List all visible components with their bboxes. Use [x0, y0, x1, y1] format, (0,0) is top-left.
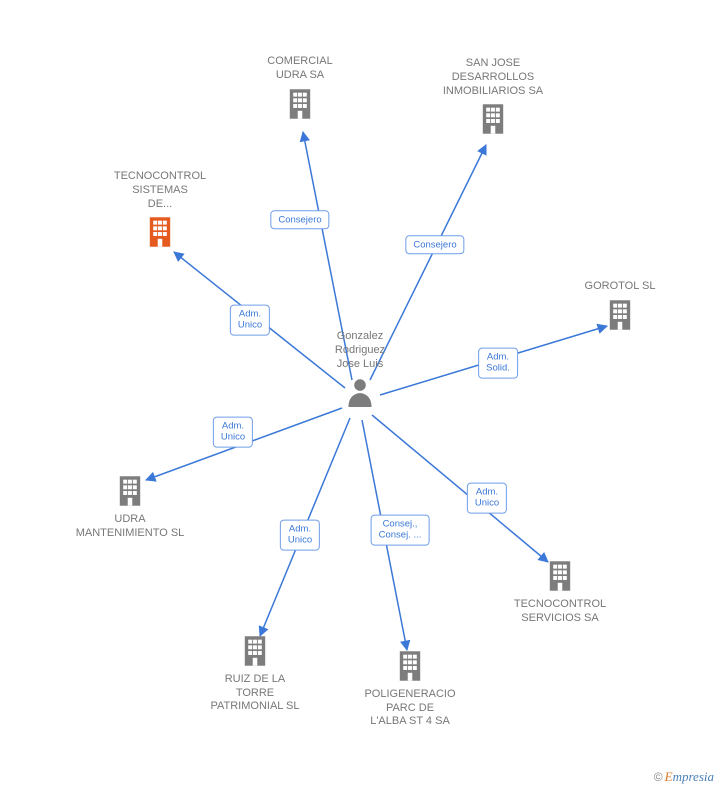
company-label: GOROTOL SL	[550, 280, 690, 294]
company-node-san-jose[interactable]: SAN JOSE DESARROLLOS INMOBILIARIOS SA	[423, 57, 563, 141]
person-icon	[346, 398, 374, 410]
credit: ©Empresia	[654, 769, 714, 785]
relation-label: Adm. Unico	[467, 483, 507, 514]
company-label: UDRA MANTENIMIENTO SL	[60, 513, 200, 541]
relation-label: Adm. Unico	[213, 417, 253, 448]
building-icon	[241, 634, 269, 673]
relation-label: Adm. Unico	[230, 305, 270, 336]
company-node-ruiz[interactable]: RUIZ DE LA TORRE PATRIMONIAL SL	[185, 630, 325, 714]
building-icon-highlight	[146, 215, 174, 254]
company-label: TECNOCONTROL SERVICIOS SA	[490, 598, 630, 626]
relation-label: Consejero	[405, 235, 464, 254]
company-node-udra-mantenimiento[interactable]: UDRA MANTENIMIENTO SL	[60, 470, 200, 540]
relation-label: Consejero	[270, 210, 329, 229]
relation-label: Consej., Consej. ...	[371, 515, 430, 546]
company-label: SAN JOSE DESARROLLOS INMOBILIARIOS SA	[423, 57, 563, 98]
company-label: RUIZ DE LA TORRE PATRIMONIAL SL	[185, 673, 325, 714]
company-label: COMERCIAL UDRA SA	[230, 55, 370, 83]
building-icon	[546, 559, 574, 598]
building-icon	[396, 649, 424, 688]
company-node-gorotol[interactable]: GOROTOL SL	[550, 280, 690, 337]
company-label: TECNOCONTROL SISTEMAS DE...	[90, 170, 230, 211]
company-label: POLIGENERACIO PARC DE L'ALBA ST 4 SA	[340, 688, 480, 729]
company-node-tecnocontrol-sistemas[interactable]: TECNOCONTROL SISTEMAS DE...	[90, 170, 230, 254]
credit-first-letter: E	[665, 769, 673, 784]
company-node-poligeneracio[interactable]: POLIGENERACIO PARC DE L'ALBA ST 4 SA	[340, 645, 480, 729]
building-icon	[286, 87, 314, 126]
company-node-tecnocontrol-servicios[interactable]: TECNOCONTROL SERVICIOS SA	[490, 555, 630, 625]
relation-label: Adm. Unico	[280, 520, 320, 551]
building-icon	[116, 474, 144, 513]
center-person-label: Gonzalez Rodriguez Jose Luis	[300, 330, 420, 371]
credit-rest: mpresia	[673, 769, 714, 784]
building-icon	[606, 298, 634, 337]
company-node-comercial-udra[interactable]: COMERCIAL UDRA SA	[230, 55, 370, 125]
copyright-symbol: ©	[654, 770, 663, 784]
relation-label: Adm. Solid.	[478, 348, 518, 379]
diagram-canvas: Consejero Consejero Adm. Solid. Adm. Uni…	[0, 0, 728, 795]
center-person-node[interactable]: Gonzalez Rodriguez Jose Luis	[300, 330, 420, 412]
building-icon	[479, 102, 507, 141]
